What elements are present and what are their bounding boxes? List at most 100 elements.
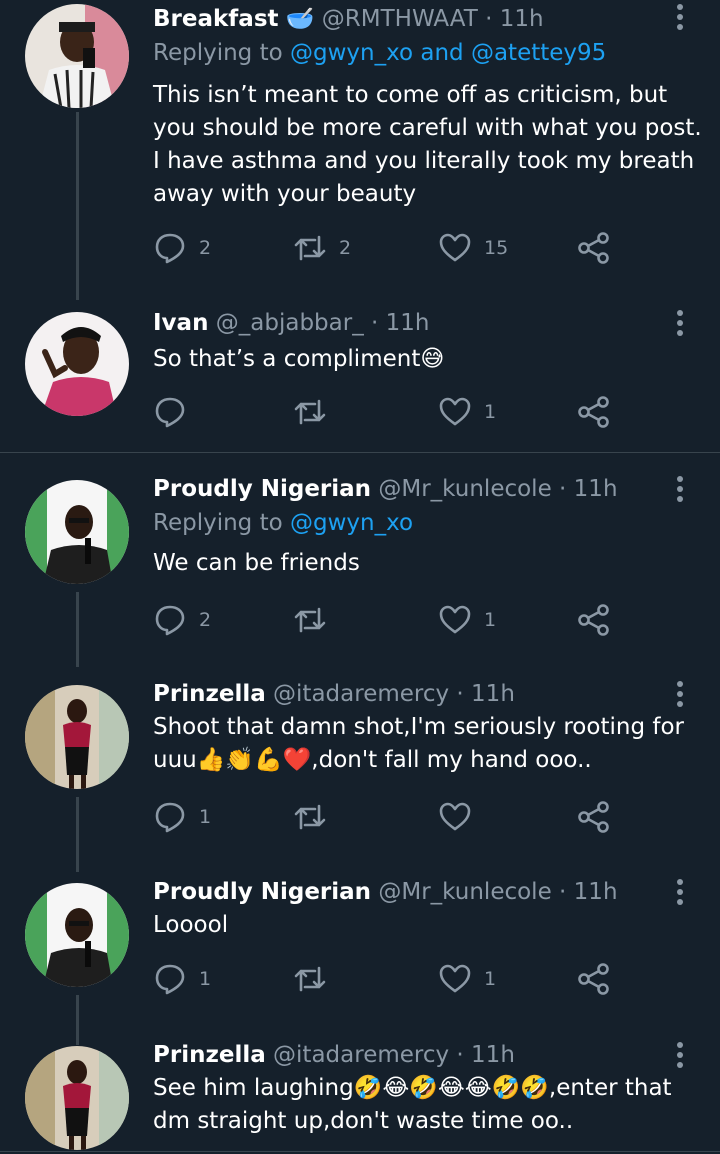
display-name[interactable]: Prinzella	[153, 681, 266, 707]
like-count: 1	[484, 401, 497, 423]
avatar[interactable]	[25, 1046, 129, 1150]
retweet-icon	[294, 399, 326, 425]
user-handle[interactable]: @RMTHWAAT	[322, 6, 478, 32]
replying-prefix: Replying to	[153, 510, 283, 536]
tweet-actions: 1 1	[153, 959, 623, 999]
retweet-icon	[294, 235, 326, 261]
tweet-proudly-nigerian-2[interactable]: Proudly Nigerian @Mr_kunlecole · 11h Loo…	[0, 875, 720, 1045]
separator-dot: ·	[559, 879, 567, 905]
retweet-button[interactable]: 2	[293, 228, 351, 268]
reply-count: 2	[199, 609, 212, 631]
like-button[interactable]: 1	[438, 959, 496, 999]
like-button[interactable]: 1	[438, 392, 496, 432]
laughing-emojis: 🤣😂🤣😂😂🤣🤣	[353, 1075, 549, 1101]
reply-icon	[155, 802, 185, 833]
tweet-header: Ivan @_abjabbar_ · 11h	[153, 308, 429, 338]
user-handle[interactable]: @Mr_kunlecole	[378, 476, 551, 502]
like-button[interactable]: 1	[438, 600, 496, 640]
tweet-text-line-2: uuu👍👏💪❤️,don't fall my hand ooo..	[153, 744, 703, 777]
share-button[interactable]	[577, 228, 611, 268]
display-name[interactable]: Prinzella	[153, 1042, 266, 1068]
like-button[interactable]: 15	[438, 228, 508, 268]
retweet-icon	[294, 804, 326, 830]
display-name[interactable]: Proudly Nigerian	[153, 879, 371, 905]
more-vertical-icon[interactable]	[668, 474, 692, 504]
tweet-proudly-nigerian[interactable]: Proudly Nigerian @Mr_kunlecole · 11h Rep…	[0, 472, 720, 667]
tweet-text-line-2: dm straight up,don't waste time oo..	[153, 1108, 574, 1134]
user-handle[interactable]: @itadaremercy	[273, 681, 449, 707]
timestamp[interactable]: 11h	[500, 6, 544, 32]
user-handle[interactable]: @itadaremercy	[273, 1042, 449, 1068]
replying-mentions[interactable]: @gwyn_xo and @atetteу95	[290, 40, 606, 66]
thread-connector-line	[76, 112, 79, 300]
avatar[interactable]	[25, 883, 129, 987]
thread-divider	[0, 452, 720, 453]
timestamp[interactable]: 11h	[386, 310, 430, 336]
reply-thread-feed: Breakfast 🥣 @RMTHWAAT · 11h Replying to …	[0, 0, 720, 1154]
retweet-button[interactable]	[293, 959, 339, 999]
heart-icon	[439, 802, 471, 831]
tweet-text-line-1: See him laughing🤣😂🤣😂😂🤣🤣,enter that	[153, 1072, 703, 1105]
tweet-text: Shoot that damn shot,I'm seriously rooti…	[153, 711, 703, 777]
more-vertical-icon[interactable]	[668, 679, 692, 709]
avatar[interactable]	[25, 4, 129, 108]
tweet-text: See him laughing🤣😂🤣😂😂🤣🤣,enter that dm st…	[153, 1072, 703, 1138]
retweet-count: 2	[339, 237, 352, 259]
avatar[interactable]	[25, 685, 129, 789]
retweet-icon	[294, 966, 326, 992]
display-name[interactable]: Breakfast	[153, 6, 279, 32]
tweet-header: Proudly Nigerian @Mr_kunlecole · 11h	[153, 877, 618, 907]
retweet-button[interactable]	[293, 392, 339, 432]
replying-mentions[interactable]: @gwyn_xo	[290, 510, 413, 536]
reply-icon	[155, 233, 185, 264]
reply-count: 1	[199, 968, 212, 990]
more-vertical-icon[interactable]	[668, 1040, 692, 1070]
separator-dot: ·	[456, 681, 464, 707]
reply-icon	[155, 964, 185, 995]
display-name[interactable]: Proudly Nigerian	[153, 476, 371, 502]
timestamp[interactable]: 11h	[574, 476, 618, 502]
more-vertical-icon[interactable]	[668, 308, 692, 338]
user-handle[interactable]: @_abjabbar_	[216, 310, 364, 336]
more-vertical-icon[interactable]	[668, 2, 692, 32]
tweet-text-line-2-pre: uuu	[153, 747, 197, 773]
bottom-divider	[0, 1151, 720, 1152]
tweet-text: This isn’t meant to come off as criticis…	[153, 82, 702, 207]
like-button[interactable]	[438, 797, 484, 837]
tweet-text: We can be friends	[153, 550, 360, 576]
sweat-smile-emoji: 😅	[420, 346, 445, 372]
reply-button[interactable]	[153, 392, 199, 432]
timestamp[interactable]: 11h	[574, 879, 618, 905]
retweet-button[interactable]	[293, 797, 339, 837]
tweet-actions: 1	[153, 392, 623, 432]
tweet-header: Proudly Nigerian @Mr_kunlecole · 11h	[153, 474, 618, 504]
replying-to: Replying to @gwyn_xo	[153, 508, 413, 538]
avatar[interactable]	[25, 312, 129, 416]
tweet-ivan[interactable]: Ivan @_abjabbar_ · 11h So that’s a compl…	[0, 308, 720, 448]
more-vertical-icon[interactable]	[668, 877, 692, 907]
reply-icon	[155, 605, 185, 636]
tweet-prinzella[interactable]: Prinzella @itadaremercy · 11h Shoot that…	[0, 677, 720, 872]
reply-count: 1	[199, 806, 212, 828]
separator-dot: ·	[371, 310, 379, 336]
reply-button[interactable]: 2	[153, 600, 211, 640]
share-button[interactable]	[577, 959, 611, 999]
share-button[interactable]	[577, 797, 611, 837]
display-name[interactable]: Ivan	[153, 310, 208, 336]
heart-icon	[439, 964, 471, 993]
share-icon	[578, 232, 609, 264]
share-button[interactable]	[577, 600, 611, 640]
reply-button[interactable]: 2	[153, 228, 211, 268]
reply-button[interactable]: 1	[153, 959, 211, 999]
like-count: 1	[484, 968, 497, 990]
timestamp[interactable]: 11h	[471, 1042, 515, 1068]
avatar[interactable]	[25, 480, 129, 584]
tweet-breakfast[interactable]: Breakfast 🥣 @RMTHWAAT · 11h Replying to …	[0, 0, 720, 300]
timestamp[interactable]: 11h	[471, 681, 515, 707]
retweet-button[interactable]	[293, 600, 339, 640]
share-button[interactable]	[577, 392, 611, 432]
reply-button[interactable]: 1	[153, 797, 211, 837]
tweet-prinzella-2[interactable]: Prinzella @itadaremercy · 11h See him la…	[0, 1038, 720, 1154]
user-handle[interactable]: @Mr_kunlecole	[378, 879, 551, 905]
tweet-text: So that’s a compliment😅	[153, 343, 703, 376]
